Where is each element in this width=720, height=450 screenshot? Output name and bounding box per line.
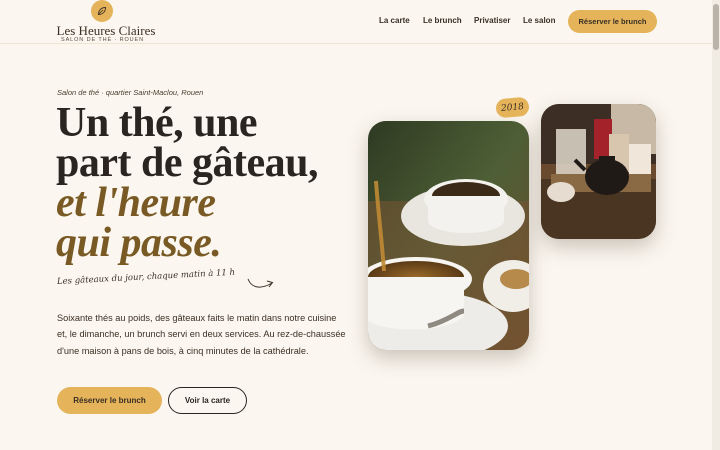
teapot-photo	[541, 104, 656, 239]
headline-accent-1: et l'heure	[56, 180, 216, 226]
header-reserve-button[interactable]: Réserver le brunch	[568, 10, 657, 33]
nav-le-brunch[interactable]: Le brunch	[423, 16, 462, 25]
nav-le-salon[interactable]: Le salon	[523, 16, 555, 25]
headline-accent-2: qui passe.	[56, 220, 222, 266]
view-menu-button[interactable]: Voir la carte	[168, 387, 247, 414]
year-badge: 2018	[495, 96, 530, 119]
headline-line-1: Un thé, une	[56, 100, 258, 146]
nav-privatiser[interactable]: Privatiser	[474, 16, 510, 25]
leaf-icon	[91, 0, 113, 22]
headline-line-2: part de gâteau,	[56, 140, 318, 186]
site-header: Les Heures Claires SALON DE THÉ · ROUEN …	[0, 0, 712, 44]
hero-eyebrow: Salon de thé · quartier Saint-Maclou, Ro…	[57, 88, 204, 97]
arrow-icon	[247, 278, 274, 288]
scroll-thumb[interactable]	[713, 4, 719, 50]
nav-la-carte[interactable]: La carte	[379, 16, 410, 25]
tea-pouring-photo	[368, 121, 529, 350]
hero-lead: Soixante thés au poids, des gâteaux fait…	[57, 313, 346, 356]
brand-tagline: SALON DE THÉ · ROUEN	[61, 37, 144, 43]
hero-headline: Un thé, une part de gâteau, et l'heure q…	[56, 100, 318, 266]
scrollbar[interactable]	[712, 0, 720, 450]
logo[interactable]: Les Heures Claires SALON DE THÉ · ROUEN	[56, 0, 166, 44]
reserve-brunch-button[interactable]: Réserver le brunch	[57, 387, 162, 414]
hand-note: Les gâteaux du jour, chaque matin à 11 h	[56, 267, 236, 287]
